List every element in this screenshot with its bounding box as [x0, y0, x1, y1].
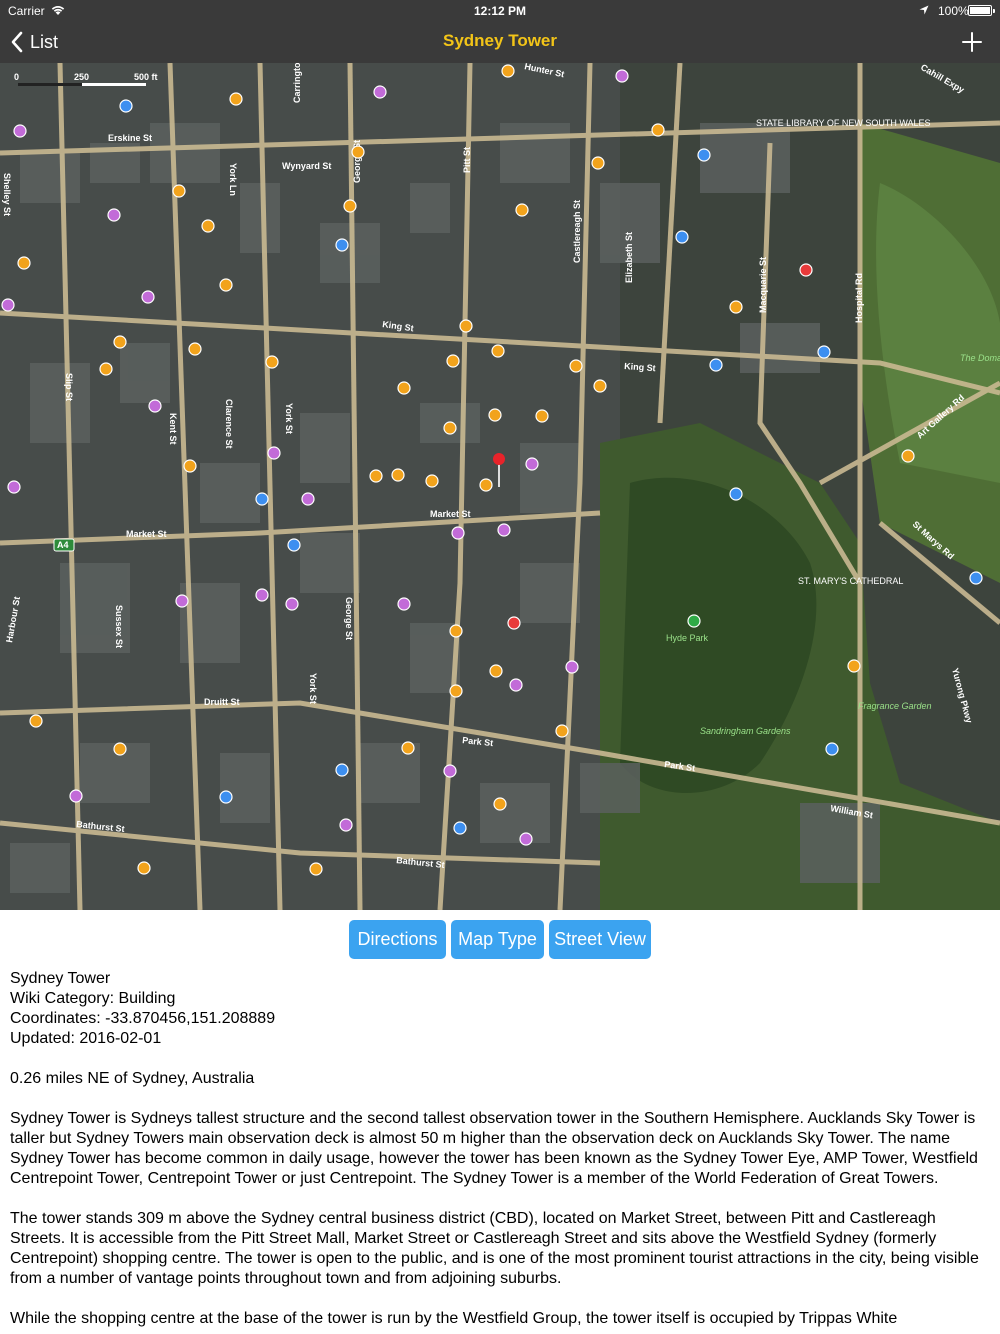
- street-label: Sussex St: [114, 605, 124, 648]
- street-label: Carrington St: [292, 63, 302, 103]
- street-label: Erskine St: [108, 133, 152, 143]
- distance-text: 0.26 miles NE of Sydney, Australia: [10, 1070, 255, 1087]
- location-arrow-icon: [919, 5, 929, 15]
- street-label: Kent St: [168, 413, 178, 445]
- street-label: Shelley St: [2, 173, 12, 216]
- action-button-row: Directions Map Type Street View: [0, 920, 1000, 959]
- street-label: York St: [284, 403, 294, 434]
- description-paragraph: Sydney Tower is Sydneys tallest structur…: [10, 1110, 978, 1187]
- street-view-button[interactable]: Street View: [549, 920, 651, 959]
- plus-icon[interactable]: [958, 28, 986, 56]
- street-label: Castlereagh St: [572, 200, 582, 263]
- clock: 12:12 PM: [473, 4, 527, 18]
- top-bar: Carrier 12:12 PM 100% List Sydney Tower: [0, 0, 1000, 63]
- street-label: Elizabeth St: [624, 232, 634, 283]
- scale-label-500: 500 ft: [134, 72, 158, 82]
- street-label: Clarence St: [224, 399, 234, 449]
- description-paragraph: The tower stands 309 m above the Sydney …: [10, 1210, 979, 1287]
- street-label: Hospital Rd: [854, 273, 864, 323]
- place-label-state-library: STATE LIBRARY OF NEW SOUTH WALES: [756, 118, 931, 128]
- street-label: Pitt St: [462, 147, 472, 173]
- place-label-hyde-park: Hyde Park: [666, 633, 709, 643]
- place-label-st-marys-cathedral: ST. MARY'S CATHEDRAL: [798, 576, 903, 586]
- coordinates: Coordinates: -33.870456,151.208889: [10, 1010, 276, 1027]
- directions-button[interactable]: Directions: [349, 920, 446, 959]
- battery-percent: 100%: [938, 4, 969, 18]
- wiki-category: Wiki Category: Building: [10, 990, 176, 1007]
- street-label: Slip St: [64, 373, 74, 401]
- street-label: Macquarie St: [758, 257, 768, 313]
- place-label-fragrance-garden: Fragrance Garden: [858, 701, 932, 711]
- place-label-the-domain: The Domain: [960, 353, 1000, 363]
- street-label: York Ln: [228, 163, 238, 196]
- street-label: Wynyard St: [282, 161, 331, 171]
- status-bar: Carrier 12:12 PM 100%: [0, 0, 1000, 22]
- street-label: York St: [308, 673, 318, 704]
- street-label: Market St: [126, 529, 167, 539]
- place-name: Sydney Tower: [10, 970, 111, 987]
- scale-label-250: 250: [74, 72, 89, 82]
- details-text: Sydney Tower Wiki Category: Building Coo…: [10, 969, 992, 1329]
- street-label: Market St: [430, 509, 471, 519]
- street-label: George St: [344, 597, 354, 640]
- route-shield-a4: A4: [53, 538, 75, 552]
- updated-date: Updated: 2016-02-01: [10, 1030, 162, 1047]
- page-title: Sydney Tower: [443, 31, 557, 50]
- street-label: Druitt St: [204, 697, 240, 707]
- place-label-sandringham-gardens: Sandringham Gardens: [700, 726, 791, 736]
- navigation-bar: List Sydney Tower: [0, 22, 1000, 63]
- map-canvas[interactable]: 0 250 500 ft Erskine St Wynyard St Carri…: [0, 63, 1000, 910]
- map-type-button[interactable]: Map Type: [451, 920, 544, 959]
- svg-text:A4: A4: [57, 540, 69, 550]
- battery-icon: [968, 5, 995, 16]
- satellite-map[interactable]: 0 250 500 ft Erskine St Wynyard St Carri…: [0, 63, 1000, 910]
- scale-label-0: 0: [14, 72, 19, 82]
- description-paragraph: While the shopping centre at the base of…: [10, 1310, 898, 1327]
